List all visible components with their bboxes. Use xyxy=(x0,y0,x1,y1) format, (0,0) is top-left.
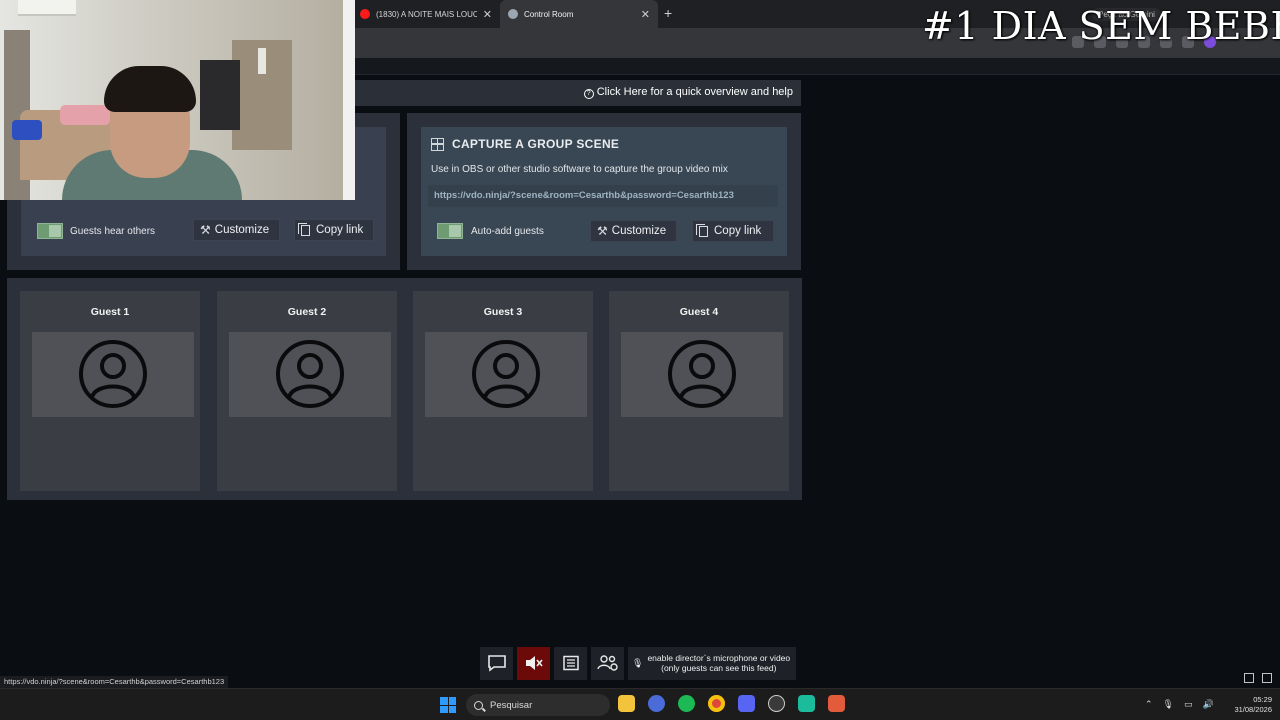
speaker-muted-icon xyxy=(525,656,543,670)
guests-hear-others-label: Guests hear others xyxy=(70,226,156,237)
guest-video-placeholder xyxy=(32,332,194,417)
display-icon[interactable]: ▭ xyxy=(1184,699,1193,710)
system-tray: ⌃ 🎙 ▭ 🔊 xyxy=(1145,699,1214,710)
group-scene-title-text: CAPTURE A GROUP SCENE xyxy=(452,137,620,151)
chat-button[interactable] xyxy=(480,646,513,680)
grid-icon xyxy=(431,137,444,151)
clock-time: 05:29 xyxy=(1253,695,1272,704)
user-avatar-icon xyxy=(79,340,147,408)
guests-hear-others-toggle[interactable] xyxy=(37,223,63,239)
webcam-overlay xyxy=(0,0,355,200)
customize-button[interactable]: ⚒ Customize xyxy=(590,220,677,242)
corner-icons xyxy=(1244,673,1272,683)
director-media-label: enable director`s microphone or video (o… xyxy=(647,653,790,673)
user-avatar-icon xyxy=(472,340,540,408)
windows-taskbar: Pesquisar ⌃ 🎙 ▭ 🔊 05:29 31/08/2026 xyxy=(0,688,1280,720)
wrench-icon: ⚒ xyxy=(200,223,211,237)
copy-link-button[interactable]: Copy link xyxy=(294,219,374,241)
clock-date: 31/08/2026 xyxy=(1234,705,1272,714)
chat-icon xyxy=(487,655,506,672)
chair xyxy=(200,60,240,130)
shield-browser-icon[interactable] xyxy=(648,695,665,712)
users-gear-icon xyxy=(596,655,618,671)
user-avatar-icon xyxy=(668,340,736,408)
chevron-up-icon[interactable]: ⌃ xyxy=(1145,699,1153,710)
tab-title: Control Room xyxy=(524,9,574,19)
search-icon xyxy=(474,700,483,710)
close-tab-icon[interactable]: ✕ xyxy=(641,8,650,21)
group-scene-url[interactable]: https://vdo.ninja/?scene&room=Cesarthb&p… xyxy=(428,185,778,207)
user-avatar-icon xyxy=(276,340,344,408)
blue-cloth xyxy=(12,120,42,140)
vpn-shield-icon[interactable] xyxy=(798,695,815,712)
help-icon: ? xyxy=(583,89,594,99)
copy-link-button[interactable]: Copy link xyxy=(692,220,774,242)
browser-tab-youtube[interactable]: (1830) A NOITE MAIS LOUCA D ✕ xyxy=(352,0,500,28)
youtube-favicon-icon xyxy=(360,9,370,19)
guest-video-placeholder xyxy=(229,332,391,417)
copy-link-label: Copy link xyxy=(714,225,762,237)
director-control-bar: 🎙 enable director`s microphone or video … xyxy=(480,646,797,680)
screen-share-icon[interactable] xyxy=(1244,673,1254,683)
stream-overlay-title: #1 DIA SEM BEBER xyxy=(922,4,1280,48)
lamp xyxy=(258,48,266,74)
document-layout-icon xyxy=(562,655,579,671)
taskbar-clock[interactable]: 05:29 31/08/2026 xyxy=(1222,695,1272,715)
close-tab-icon[interactable]: ✕ xyxy=(483,8,492,21)
taskbar-search-placeholder: Pesquisar xyxy=(490,699,533,711)
guest-slot: Guest 4 xyxy=(609,291,789,491)
microphone-icon: 🎙 xyxy=(632,658,644,668)
guest-slot: Guest 1 xyxy=(20,291,200,491)
guest-slot: Guest 2 xyxy=(217,291,397,491)
customize-label: Customize xyxy=(214,224,270,236)
mute-speaker-button[interactable] xyxy=(517,646,550,680)
help-link-label: Click Here for a quick overview and help xyxy=(596,86,793,98)
guest-label: Guest 3 xyxy=(483,306,523,318)
copy-link-label: Copy link xyxy=(316,224,364,236)
auto-add-guests-toggle[interactable] xyxy=(437,223,463,239)
app-icon[interactable] xyxy=(828,695,845,712)
fullscreen-icon[interactable] xyxy=(1262,673,1272,683)
guest-label: Guest 2 xyxy=(287,306,327,318)
discord-icon[interactable] xyxy=(738,695,755,712)
guest-slot: Guest 3 xyxy=(413,291,593,491)
tab-title: (1830) A NOITE MAIS LOUCA D xyxy=(376,9,477,19)
air-conditioner xyxy=(18,0,76,16)
guest-video-placeholder xyxy=(621,332,783,417)
guest-video-placeholder xyxy=(425,332,587,417)
guest-label: Guest 1 xyxy=(90,306,130,318)
quick-overview-help-link[interactable]: ? Click Here for a quick overview and hel… xyxy=(583,86,793,99)
copy-icon xyxy=(696,223,708,237)
copy-icon xyxy=(298,222,310,236)
person-hair xyxy=(104,66,196,112)
file-explorer-icon[interactable] xyxy=(618,695,635,712)
chrome-icon[interactable] xyxy=(708,695,725,712)
pink-cloth xyxy=(60,105,110,125)
group-scene-title: CAPTURE A GROUP SCENE xyxy=(431,137,619,151)
microphone-icon[interactable]: 🎙 xyxy=(1163,699,1174,710)
new-tab-button[interactable]: + xyxy=(664,5,672,21)
taskbar-search[interactable]: Pesquisar xyxy=(466,694,610,716)
guest-settings-button[interactable] xyxy=(591,646,624,680)
customize-label: Customize xyxy=(611,225,667,237)
wrench-icon: ⚒ xyxy=(597,224,608,238)
group-scene-description: Use in OBS or other studio software to c… xyxy=(431,164,728,175)
spotify-icon[interactable] xyxy=(678,695,695,712)
help-bar: ? Click Here for a quick overview and hel… xyxy=(355,80,801,106)
browser-tab-control-room[interactable]: Control Room ✕ xyxy=(500,0,658,28)
director-media-line2: (only guests can see this feed) xyxy=(661,663,777,673)
windows-start-icon[interactable] xyxy=(440,697,456,713)
link-hover-status: https://vdo.ninja/?scene&room=Cesarthb&p… xyxy=(0,676,229,688)
customize-button[interactable]: ⚒ Customize xyxy=(193,219,280,241)
webcam-edge xyxy=(343,0,355,200)
auto-add-guests-label: Auto-add guests xyxy=(471,226,544,237)
taskbar-apps xyxy=(618,695,845,712)
director-media-line1: enable director`s microphone or video xyxy=(647,653,791,663)
volume-icon[interactable]: 🔊 xyxy=(1203,699,1214,710)
guest-label: Guest 4 xyxy=(679,306,719,318)
enable-director-media-button[interactable]: 🎙 enable director`s microphone or video … xyxy=(628,646,797,680)
layout-button[interactable] xyxy=(554,646,587,680)
obs-icon[interactable] xyxy=(768,695,785,712)
vdo-ninja-favicon-icon xyxy=(508,9,518,19)
